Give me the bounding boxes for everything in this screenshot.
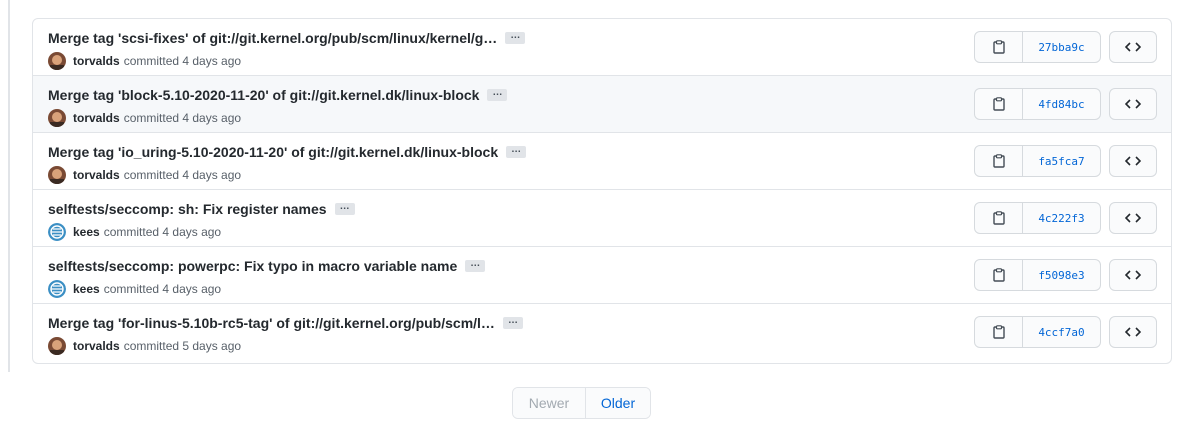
expand-message-button[interactable]: … [502,316,523,329]
commit-row: Merge tag 'for-linus-5.10b-rc5-tag' of g… [33,304,1171,362]
commit-sha-link[interactable]: 4fd84bc [1023,89,1100,119]
copy-sha-button[interactable] [975,203,1023,233]
copy-sha-button[interactable] [975,146,1023,176]
sha-button-group: 27bba9c [974,31,1101,63]
commit-time: committed 5 days ago [123,339,242,353]
author-link[interactable]: torvalds [73,111,120,125]
avatar[interactable] [48,223,66,241]
browse-repo-button[interactable] [1109,145,1157,177]
commit-row: Merge tag 'io_uring-5.10-2020-11-20' of … [33,133,1171,190]
commit-time: committed 4 days ago [123,54,242,68]
commit-row: selftests/seccomp: powerpc: Fix typo in … [33,247,1171,304]
code-icon [1125,213,1141,223]
expand-message-button[interactable]: … [487,88,508,101]
author-link[interactable]: kees [73,225,100,239]
expand-message-button[interactable]: … [506,145,527,158]
clipboard-icon [992,268,1005,282]
sha-button-group: 4ccf7a0 [974,316,1101,348]
pagination: Newer Older [512,387,651,419]
expand-message-button[interactable]: … [465,259,486,272]
commit-list: Merge tag 'scsi-fixes' of git://git.kern… [32,18,1172,364]
sha-button-group: fa5fca7 [974,145,1101,177]
browse-repo-button[interactable] [1109,88,1157,120]
code-icon [1125,99,1141,109]
commit-time: committed 4 days ago [103,282,222,296]
newer-button: Newer [513,388,586,418]
author-link[interactable]: kees [73,282,100,296]
timeline-line [8,0,10,372]
expand-message-button[interactable]: … [505,31,526,44]
commit-time: committed 4 days ago [123,111,242,125]
code-icon [1125,156,1141,166]
browse-repo-button[interactable] [1109,202,1157,234]
avatar[interactable] [48,280,66,298]
commit-sha-link[interactable]: f5098e3 [1023,260,1100,290]
author-link[interactable]: torvalds [73,168,120,182]
commit-sha-link[interactable]: 4ccf7a0 [1023,317,1100,347]
sha-button-group: 4fd84bc [974,88,1101,120]
commit-time: committed 4 days ago [103,225,222,239]
clipboard-icon [992,154,1005,168]
avatar[interactable] [48,337,66,355]
avatar[interactable] [48,52,66,70]
author-link[interactable]: torvalds [73,54,120,68]
commit-row: selftests/seccomp: sh: Fix register name… [33,190,1171,247]
avatar[interactable] [48,109,66,127]
commit-message-link[interactable]: selftests/seccomp: sh: Fix register name… [48,201,327,217]
commit-time: committed 4 days ago [123,168,242,182]
copy-sha-button[interactable] [975,89,1023,119]
older-button[interactable]: Older [586,388,650,418]
clipboard-icon [992,97,1005,111]
sha-button-group: f5098e3 [974,259,1101,291]
browse-repo-button[interactable] [1109,31,1157,63]
avatar[interactable] [48,166,66,184]
sha-button-group: 4c222f3 [974,202,1101,234]
commit-sha-link[interactable]: 27bba9c [1023,32,1100,62]
clipboard-icon [992,325,1005,339]
code-icon [1125,327,1141,337]
commit-message-link[interactable]: Merge tag 'for-linus-5.10b-rc5-tag' of g… [48,315,495,331]
commit-message-link[interactable]: Merge tag 'io_uring-5.10-2020-11-20' of … [48,144,498,160]
copy-sha-button[interactable] [975,260,1023,290]
commit-sha-link[interactable]: 4c222f3 [1023,203,1100,233]
clipboard-icon [992,211,1005,225]
commit-row: Merge tag 'scsi-fixes' of git://git.kern… [33,19,1171,76]
commit-row: Merge tag 'block-5.10-2020-11-20' of git… [33,76,1171,133]
commit-sha-link[interactable]: fa5fca7 [1023,146,1100,176]
expand-message-button[interactable]: … [334,202,355,215]
copy-sha-button[interactable] [975,32,1023,62]
browse-repo-button[interactable] [1109,316,1157,348]
author-link[interactable]: torvalds [73,339,120,353]
code-icon [1125,42,1141,52]
code-icon [1125,270,1141,280]
commit-message-link[interactable]: selftests/seccomp: powerpc: Fix typo in … [48,258,457,274]
commit-message-link[interactable]: Merge tag 'block-5.10-2020-11-20' of git… [48,87,479,103]
commit-message-link[interactable]: Merge tag 'scsi-fixes' of git://git.kern… [48,30,497,46]
copy-sha-button[interactable] [975,317,1023,347]
browse-repo-button[interactable] [1109,259,1157,291]
clipboard-icon [992,40,1005,54]
